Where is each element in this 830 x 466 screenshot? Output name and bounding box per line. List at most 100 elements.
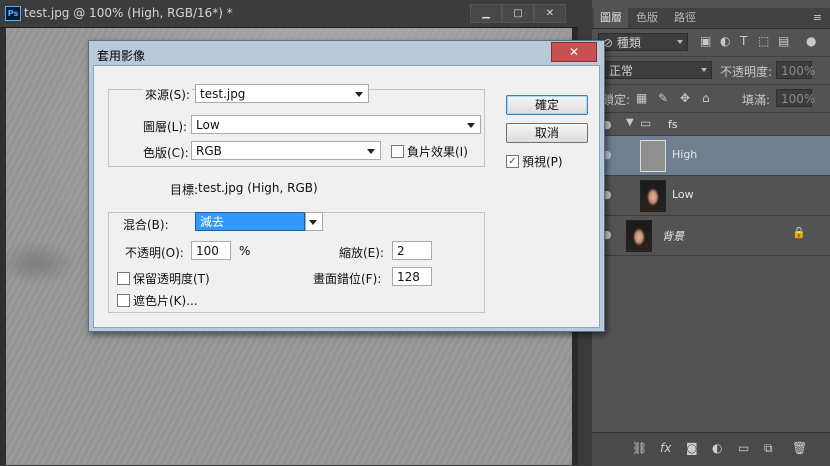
lock-pixels-icon[interactable]: ▦ — [636, 91, 647, 105]
blending-value: 減去 — [200, 215, 225, 229]
layer-thumbnail — [640, 140, 666, 172]
preserve-transparency-label: 保留透明度(T) — [133, 272, 210, 286]
blend-opacity-row: 正常 不透明度: 100% — [592, 57, 830, 85]
layers-panel: 圖層 色版 路徑 ≡ ⊘ 種類 ▣ ◐ T ⬚ ▤ ● 正常 不透明度: 100… — [592, 0, 830, 466]
mask-checkbox[interactable] — [117, 294, 130, 307]
ok-button[interactable]: 確定 — [506, 95, 588, 115]
dialog-title: 套用影像 — [97, 49, 146, 63]
apply-image-dialog: 套用影像 ✕ 來源(S): test.jpg 圖層(L): Low 色版(C):… — [88, 40, 605, 332]
blending-select[interactable]: 減去 — [195, 212, 320, 231]
cancel-button[interactable]: 取消 — [506, 123, 588, 143]
layer-background[interactable]: ● 背景 🔒 — [592, 216, 830, 256]
document-titlebar[interactable]: Ps test.jpg @ 100% (High, RGB/16*) * ▁ □… — [0, 0, 578, 28]
opacity-value: 100% — [781, 64, 816, 78]
layer-high[interactable]: ● High — [592, 136, 830, 176]
source-value: test.jpg — [200, 87, 246, 101]
photoshop-icon: Ps — [5, 6, 21, 21]
layer-group-fs[interactable]: ● ▼ ▭ fs — [592, 113, 830, 136]
lock-paint-icon[interactable]: ✎ — [658, 91, 668, 105]
adjustment-filter-icon[interactable]: ◐ — [720, 34, 730, 48]
layer-value: Low — [196, 118, 220, 132]
layer-filter-row: ⊘ 種類 ▣ ◐ T ⬚ ▤ ● — [592, 29, 830, 57]
tab-channels[interactable]: 色版 — [630, 8, 664, 28]
channel-value: RGB — [196, 144, 222, 158]
layer-thumbnail — [626, 220, 652, 252]
scale-value: 2 — [397, 244, 405, 258]
pixel-filter-icon[interactable]: ▣ — [700, 34, 711, 48]
filter-kind-label: 種類 — [616, 36, 641, 50]
chevron-down-icon — [467, 123, 475, 128]
opacity-label: 不透明(O): — [125, 246, 184, 260]
offset-input[interactable]: 128 — [392, 267, 432, 286]
maximize-button[interactable]: □ — [502, 4, 534, 23]
dialog-body: 來源(S): test.jpg 圖層(L): Low 色版(C): RGB 負片… — [93, 65, 600, 328]
disclosure-triangle-icon[interactable]: ▼ — [626, 117, 634, 128]
preview-checkbox[interactable]: ✓ — [506, 155, 519, 168]
new-group-icon[interactable]: ▭ — [738, 441, 749, 455]
new-layer-icon[interactable]: ⧉ — [764, 441, 773, 456]
layers-bottom-bar: ⛓ fx ◙ ◐ ▭ ⧉ 🗑 — [592, 432, 830, 466]
layer-label: 圖層(L): — [143, 120, 188, 134]
scale-label: 縮放(E): — [339, 246, 384, 260]
chevron-down-icon — [367, 149, 375, 154]
folder-icon: ▭ — [640, 116, 652, 130]
layer-name: 背景 — [662, 230, 684, 243]
invert-label: 負片效果(I) — [407, 145, 468, 159]
mask-label: 遮色片(K)... — [133, 294, 198, 308]
chevron-down-icon — [701, 68, 707, 72]
lock-fill-row: 鎖定: ▦ ✎ ✥ ⌂ 填滿: 100% — [592, 85, 830, 113]
opacity-label: 不透明度: — [720, 65, 773, 79]
filter-kind-select[interactable]: ⊘ 種類 — [598, 33, 688, 51]
type-filter-icon[interactable]: T — [740, 34, 747, 48]
preview-label: 預視(P) — [522, 155, 563, 169]
blending-dropdown-button[interactable] — [305, 212, 323, 231]
blend-mode-value: 正常 — [609, 64, 634, 78]
tab-paths[interactable]: 路徑 — [668, 8, 702, 28]
preserve-transparency-checkbox[interactable] — [117, 272, 130, 285]
dialog-close-button[interactable]: ✕ — [551, 42, 597, 62]
delete-layer-icon[interactable]: 🗑 — [792, 441, 807, 455]
blending-label: 混合(B): — [121, 216, 171, 233]
chevron-down-icon — [309, 220, 317, 225]
link-layers-icon[interactable]: ⛓ — [632, 441, 647, 455]
source-select[interactable]: test.jpg — [195, 84, 369, 103]
lock-icon: 🔒 — [792, 226, 806, 239]
channel-label: 色版(C): — [143, 146, 189, 160]
opacity-unit: % — [239, 244, 251, 258]
fill-input[interactable]: 100% — [776, 89, 816, 107]
scale-input[interactable]: 2 — [392, 241, 432, 260]
blending-group: 混合(B): 減去 不透明(O): 100 % 保留透明度(T) 遮色片(K).… — [108, 212, 485, 313]
lock-move-icon[interactable]: ✥ — [680, 91, 690, 105]
layer-name: fs — [668, 118, 678, 131]
invert-checkbox[interactable] — [391, 145, 404, 158]
source-label: 來源(S): — [143, 86, 193, 103]
panel-menu-icon[interactable]: ≡ — [813, 11, 822, 24]
layer-name: Low — [672, 188, 694, 201]
opacity-input[interactable]: 100% — [776, 61, 816, 79]
chevron-down-icon — [355, 92, 363, 97]
smart-object-filter-icon[interactable]: ▤ — [778, 34, 789, 48]
opacity-input[interactable]: 100 — [191, 241, 231, 260]
shape-filter-icon[interactable]: ⬚ — [758, 34, 769, 48]
filter-toggle-icon[interactable]: ● — [806, 34, 816, 48]
layer-low[interactable]: ● Low — [592, 176, 830, 216]
offset-value: 128 — [397, 270, 420, 284]
offset-label: 畫面錯位(F): — [313, 272, 382, 286]
adjustment-layer-icon[interactable]: ◐ — [712, 441, 722, 455]
close-document-button[interactable]: ✕ — [534, 4, 566, 23]
add-mask-icon[interactable]: ◙ — [686, 441, 698, 455]
source-group: 來源(S): test.jpg 圖層(L): Low 色版(C): RGB 負片… — [108, 84, 485, 167]
lock-label: 鎖定: — [602, 93, 631, 107]
tab-layers[interactable]: 圖層 — [594, 8, 628, 28]
panel-tabs: 圖層 色版 路徑 — [592, 8, 830, 29]
channel-select[interactable]: RGB — [191, 141, 381, 160]
layer-thumbnail — [640, 180, 666, 212]
lock-all-icon[interactable]: ⌂ — [702, 91, 710, 105]
fill-label: 填滿: — [742, 93, 771, 107]
target-value: test.jpg (High, RGB) — [198, 181, 318, 195]
fx-icon[interactable]: fx — [660, 441, 671, 455]
layer-select[interactable]: Low — [191, 115, 481, 134]
minimize-button[interactable]: ▁ — [470, 4, 502, 23]
blend-mode-select[interactable]: 正常 — [604, 61, 712, 79]
fill-value: 100% — [781, 92, 816, 106]
